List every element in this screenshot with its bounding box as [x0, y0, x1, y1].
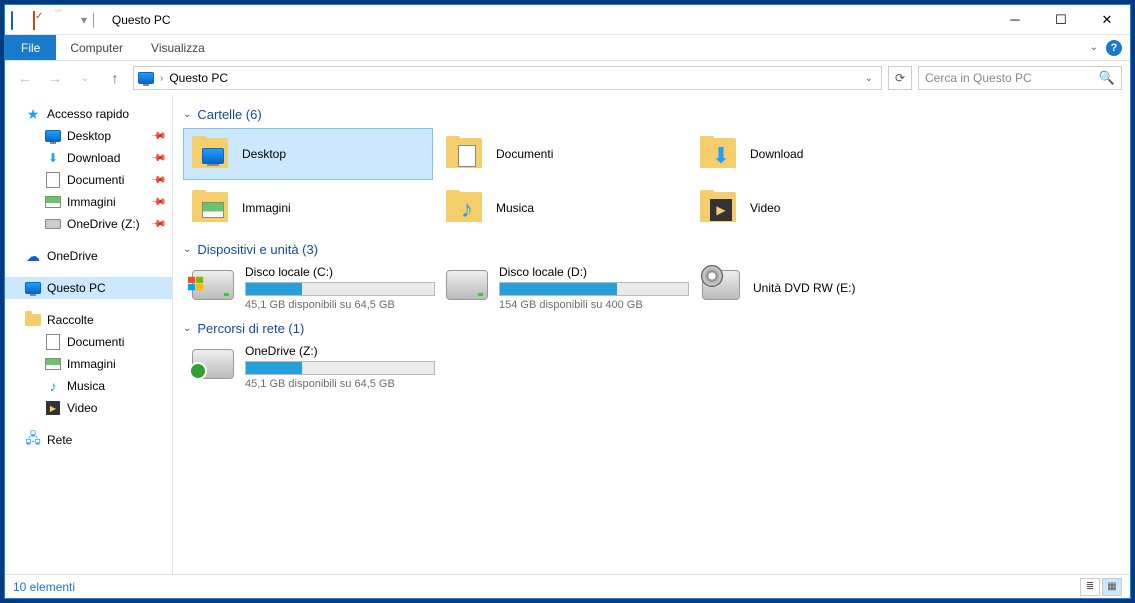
content-pane: ⌄ Cartelle (6) Desktop Documenti ⬇ Downl… [173, 95, 1130, 574]
chevron-down-icon: ⌄ [183, 244, 191, 255]
sidebar-item-documents[interactable]: Documenti📌 [5, 169, 172, 191]
download-icon: ⬇ [45, 150, 61, 166]
folder-icon: ⬇ [700, 136, 740, 172]
sidebar-this-pc[interactable]: Questo PC [5, 277, 172, 299]
drive-d[interactable]: Disco locale (D:) 154 GB disponibili su … [437, 263, 687, 313]
document-icon [45, 172, 61, 188]
ribbon-tab-computer[interactable]: Computer [56, 35, 137, 60]
network-icon: 🖧 [25, 432, 41, 448]
group-header-folders[interactable]: ⌄ Cartelle (6) [183, 99, 1120, 128]
window-title: Questo PC [112, 13, 171, 27]
sidebar-network[interactable]: 🖧Rete [5, 429, 172, 451]
up-button[interactable]: ↑ [103, 66, 127, 90]
sidebar-lib-images[interactable]: Immagini [5, 353, 172, 375]
ribbon-file-tab[interactable]: File [5, 35, 56, 60]
help-icon[interactable]: ? [1106, 40, 1122, 56]
explorer-window: ▾ │ Questo PC ─ ☐ ✕ File Computer Visual… [4, 4, 1131, 599]
ribbon: File Computer Visualizza ⌄ ? [5, 35, 1130, 61]
sidebar-item-download[interactable]: ⬇Download📌 [5, 147, 172, 169]
status-item-count: 10 elementi [13, 580, 75, 594]
minimize-button[interactable]: ─ [992, 5, 1038, 35]
cloud-icon: ☁ [25, 248, 41, 264]
usage-bar [245, 361, 435, 375]
images-icon [45, 356, 61, 372]
ribbon-tab-view[interactable]: Visualizza [137, 35, 219, 60]
group-header-network[interactable]: ⌄ Percorsi di rete (1) [183, 313, 1120, 342]
libraries-icon [25, 312, 41, 328]
folder-download[interactable]: ⬇ Download [691, 128, 941, 180]
breadcrumb[interactable]: Questo PC [169, 71, 228, 85]
music-icon: ♪ [45, 378, 61, 394]
app-icon [11, 12, 27, 28]
nav-toolbar: ← → ⌄ ↑ › Questo PC ⌄ ⟳ Cerca in Questo … [5, 61, 1130, 95]
folder-desktop[interactable]: Desktop [183, 128, 433, 180]
sidebar-lib-documents[interactable]: Documenti [5, 331, 172, 353]
folder-icon [192, 190, 232, 226]
view-details-button[interactable]: ≣ [1080, 578, 1100, 596]
status-bar: 10 elementi ≣ ▦ [5, 574, 1130, 598]
sidebar-item-desktop[interactable]: Desktop📌 [5, 125, 172, 147]
drive-icon [45, 216, 61, 232]
sidebar-lib-video[interactable]: ▶Video [5, 397, 172, 419]
breadcrumb-sep-icon[interactable]: › [160, 73, 163, 84]
search-icon: 🔍 [1099, 70, 1115, 86]
address-icon [138, 70, 154, 86]
pin-icon: 📌 [149, 194, 166, 211]
folder-music[interactable]: ♪ Musica [437, 182, 687, 234]
video-icon: ▶ [45, 400, 61, 416]
images-icon [45, 194, 61, 210]
group-header-drives[interactable]: ⌄ Dispositivi e unità (3) [183, 234, 1120, 263]
address-bar[interactable]: › Questo PC ⌄ [133, 66, 882, 90]
folder-icon [446, 136, 486, 172]
document-icon [45, 334, 61, 350]
address-dropdown-icon[interactable]: ⌄ [865, 73, 877, 84]
folder-images[interactable]: Immagini [183, 182, 433, 234]
desktop-icon [45, 128, 61, 144]
sidebar-onedrive[interactable]: ☁OneDrive [5, 245, 172, 267]
recent-locations-button[interactable]: ⌄ [73, 66, 97, 90]
forward-button[interactable]: → [43, 66, 67, 90]
pin-icon: 📌 [149, 172, 166, 189]
folder-icon: ▶ [700, 190, 740, 226]
network-drive-icon [191, 344, 235, 384]
back-button[interactable]: ← [13, 66, 37, 90]
chevron-down-icon: ⌄ [183, 109, 191, 120]
qat-separator[interactable]: ▾ │ [81, 13, 98, 27]
search-placeholder: Cerca in Questo PC [925, 71, 1032, 85]
folder-video[interactable]: ▶ Video [691, 182, 941, 234]
sidebar-item-images[interactable]: Immagini📌 [5, 191, 172, 213]
sidebar-libraries[interactable]: Raccolte [5, 309, 172, 331]
chevron-down-icon: ⌄ [183, 323, 191, 334]
ribbon-expand-icon[interactable]: ⌄ [1090, 42, 1098, 53]
dvd-icon [699, 265, 743, 305]
folder-icon: ♪ [446, 190, 486, 226]
view-tiles-button[interactable]: ▦ [1102, 578, 1122, 596]
usage-bar [245, 282, 435, 296]
navigation-pane: ★ Accesso rapido Desktop📌 ⬇Download📌 Doc… [5, 95, 173, 574]
pin-icon: 📌 [149, 150, 166, 167]
drive-dvd[interactable]: Unità DVD RW (E:) [691, 263, 941, 313]
maximize-button[interactable]: ☐ [1038, 5, 1084, 35]
sidebar-item-onedrive-z[interactable]: OneDrive (Z:)📌 [5, 213, 172, 235]
sidebar-quick-access[interactable]: ★ Accesso rapido [5, 103, 172, 125]
usage-bar [499, 282, 689, 296]
pin-icon: 📌 [149, 216, 166, 233]
quick-access-properties-icon[interactable] [33, 12, 49, 28]
hdd-icon [445, 265, 489, 305]
hdd-icon [191, 265, 235, 305]
sidebar-lib-music[interactable]: ♪Musica [5, 375, 172, 397]
pc-icon [25, 280, 41, 296]
folder-documents[interactable]: Documenti [437, 128, 687, 180]
drive-c[interactable]: Disco locale (C:) 45,1 GB disponibili su… [183, 263, 433, 313]
star-icon: ★ [25, 106, 41, 122]
quick-access-newfolder-icon[interactable] [55, 12, 71, 28]
folder-icon [192, 136, 232, 172]
netloc-onedrive[interactable]: OneDrive (Z:) 45,1 GB disponibili su 64,… [183, 342, 433, 392]
titlebar: ▾ │ Questo PC ─ ☐ ✕ [5, 5, 1130, 35]
refresh-button[interactable]: ⟳ [888, 66, 912, 90]
search-input[interactable]: Cerca in Questo PC 🔍 [918, 66, 1122, 90]
close-button[interactable]: ✕ [1084, 5, 1130, 35]
pin-icon: 📌 [149, 128, 166, 145]
